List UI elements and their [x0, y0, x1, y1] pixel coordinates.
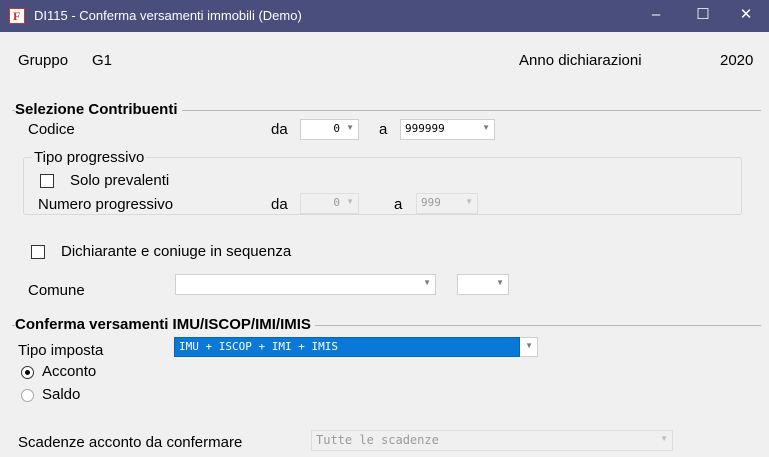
- codice-label: Codice: [28, 121, 75, 138]
- np-a-label: a: [394, 196, 403, 213]
- minimize-button[interactable]: –: [633, 0, 679, 32]
- scadenze-value: Tutte le scadenze: [316, 433, 439, 447]
- chevron-down-icon: ▼: [346, 123, 354, 132]
- tipo-imposta-select[interactable]: IMU + ISCOP + IMI + IMIS: [174, 337, 520, 357]
- gruppo-value: G1: [92, 52, 113, 69]
- tipo-imposta-value: IMU + ISCOP + IMI + IMIS: [179, 340, 338, 353]
- np-da-combo[interactable]: 0 ▼: [300, 193, 359, 214]
- tipo-imposta-dropdown-button[interactable]: ▼: [520, 337, 538, 357]
- tipo-progressivo-title: Tipo progressivo: [32, 149, 147, 167]
- chevron-down-icon: ▼: [496, 278, 504, 287]
- close-button[interactable]: ✕: [723, 0, 769, 32]
- scadenze-combo[interactable]: Tutte le scadenze ▼: [311, 430, 673, 451]
- dichiarante-checkbox[interactable]: [31, 245, 45, 259]
- codice-a-value: 999999: [405, 122, 445, 135]
- conferma-title: Conferma versamenti IMU/ISCOP/IMI/IMIS: [15, 316, 315, 334]
- codice-a-label: a: [379, 121, 388, 138]
- chevron-down-icon: ▼: [346, 197, 354, 206]
- window-title: DI115 - Conferma versamenti immobili (De…: [34, 8, 302, 23]
- anno-label: Anno dichiarazioni: [519, 52, 642, 69]
- codice-a-combo[interactable]: 999999 ▼: [400, 119, 495, 140]
- np-a-combo[interactable]: 999 ▼: [416, 193, 478, 214]
- app-icon: F: [9, 8, 25, 24]
- chevron-down-icon: ▼: [525, 341, 533, 350]
- anno-value: 2020: [720, 52, 754, 69]
- tipo-imposta-label: Tipo imposta: [18, 342, 104, 359]
- np-a-value: 999: [421, 196, 441, 209]
- chevron-down-icon: ▼: [482, 123, 490, 132]
- app-icon-letter: F: [13, 9, 21, 23]
- chevron-down-icon: ▼: [660, 434, 668, 443]
- saldo-label: Saldo: [42, 386, 81, 403]
- comune-label: Comune: [28, 282, 85, 299]
- radio-dot: [25, 370, 30, 375]
- comune-combo[interactable]: ▼: [175, 274, 436, 295]
- gruppo-label: Gruppo: [18, 52, 69, 69]
- codice-da-combo[interactable]: 0 ▼: [300, 119, 359, 140]
- chevron-down-icon: ▼: [423, 278, 431, 287]
- codice-da-label: da: [271, 121, 288, 138]
- saldo-radio[interactable]: [21, 389, 34, 402]
- codice-da-value: 0: [333, 122, 340, 135]
- acconto-radio[interactable]: [21, 366, 34, 379]
- np-da-label: da: [271, 196, 288, 213]
- maximize-button[interactable]: ☐: [680, 0, 726, 32]
- comune-secondary-combo[interactable]: ▼: [457, 274, 509, 295]
- chevron-down-icon: ▼: [465, 197, 473, 206]
- numero-progressivo-label: Numero progressivo: [38, 196, 174, 213]
- selezione-title: Selezione Contribuenti: [15, 101, 182, 119]
- scadenze-label: Scadenze acconto da confermare: [18, 434, 243, 451]
- np-da-value: 0: [333, 196, 340, 209]
- solo-prevalenti-label: Solo prevalenti: [70, 172, 170, 189]
- solo-prevalenti-checkbox[interactable]: [40, 174, 54, 188]
- dichiarante-label: Dichiarante e coniuge in sequenza: [61, 243, 292, 260]
- acconto-label: Acconto: [42, 363, 97, 380]
